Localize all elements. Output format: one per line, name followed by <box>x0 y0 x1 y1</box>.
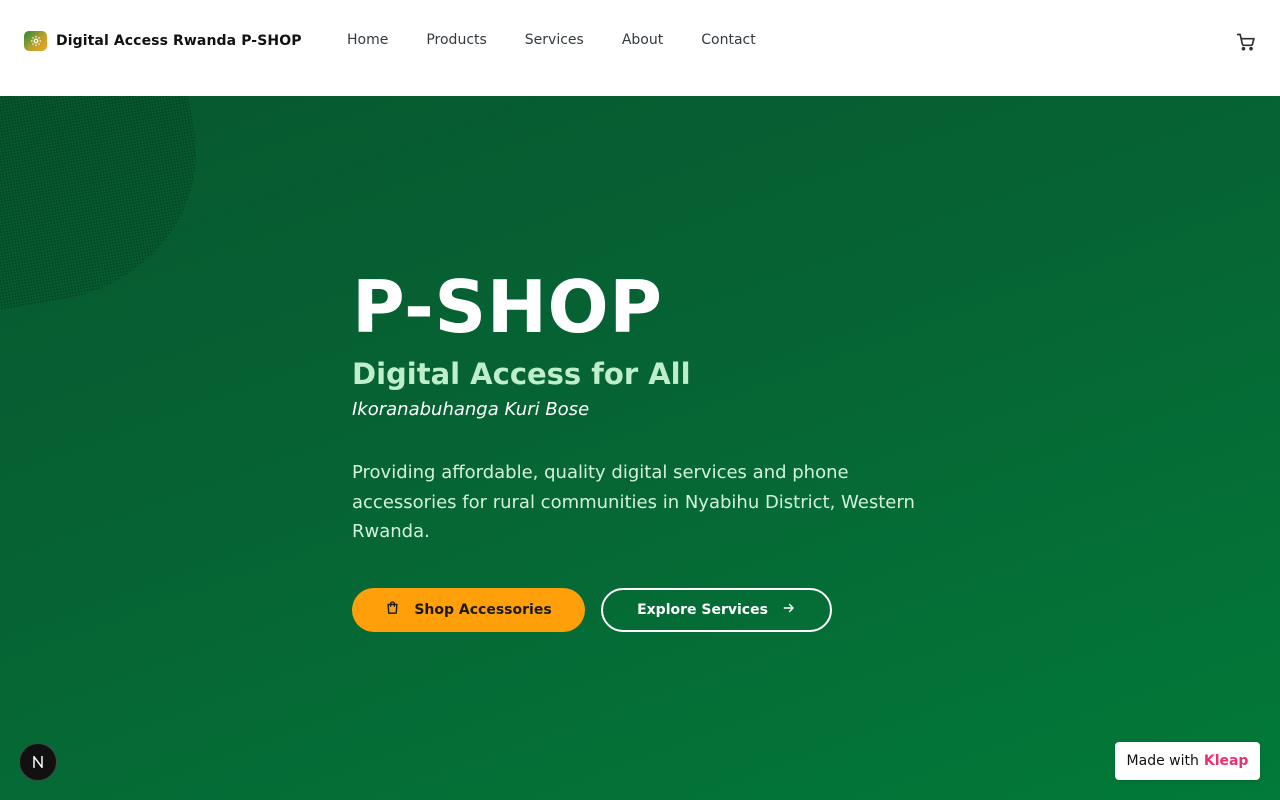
cart-icon[interactable] <box>1236 32 1256 52</box>
brand-name: Digital Access Rwanda P-SHOP <box>56 33 302 49</box>
nav-about[interactable]: About <box>622 31 663 49</box>
site-header: Digital Access Rwanda P-SHOP Home Produc… <box>0 0 1280 96</box>
next-dev-badge[interactable] <box>19 743 57 781</box>
made-with-prefix: Made with <box>1126 753 1199 769</box>
shop-accessories-button[interactable]: Shop Accessories <box>352 587 585 632</box>
hero-tagline: Ikoranabuhanga Kuri Bose <box>352 399 590 420</box>
gear-icon <box>24 31 47 51</box>
explore-services-label: Explore Services <box>637 601 768 618</box>
hero-actions: Shop Accessories Explore Services <box>352 587 972 632</box>
dot-pattern-decoration <box>0 96 219 317</box>
shop-accessories-label: Shop Accessories <box>414 601 552 618</box>
n-logo-icon <box>33 755 43 769</box>
arrow-right-icon <box>782 601 796 619</box>
made-with-kleap-badge[interactable]: Made with Kleap <box>1115 742 1260 780</box>
hero-subtitle: Digital Access for All <box>352 357 691 391</box>
main-nav: Home Products Services About Contact <box>347 31 794 49</box>
nav-services[interactable]: Services <box>525 31 584 49</box>
nav-products[interactable]: Products <box>426 31 486 49</box>
hero-content: P-SHOP Digital Access for All Ikoranabuh… <box>352 268 972 632</box>
hero-title: P-SHOP <box>352 265 663 349</box>
explore-services-button[interactable]: Explore Services <box>601 587 832 632</box>
brand[interactable]: Digital Access Rwanda P-SHOP <box>24 31 302 51</box>
hero-section: P-SHOP Digital Access for All Ikoranabuh… <box>0 96 1280 800</box>
nav-home[interactable]: Home <box>347 31 388 49</box>
kleap-brand: Kleap <box>1203 753 1249 769</box>
hero-description: Providing affordable, quality digital se… <box>352 462 915 542</box>
nav-contact[interactable]: Contact <box>701 31 755 49</box>
shopping-bag-icon <box>385 600 400 619</box>
